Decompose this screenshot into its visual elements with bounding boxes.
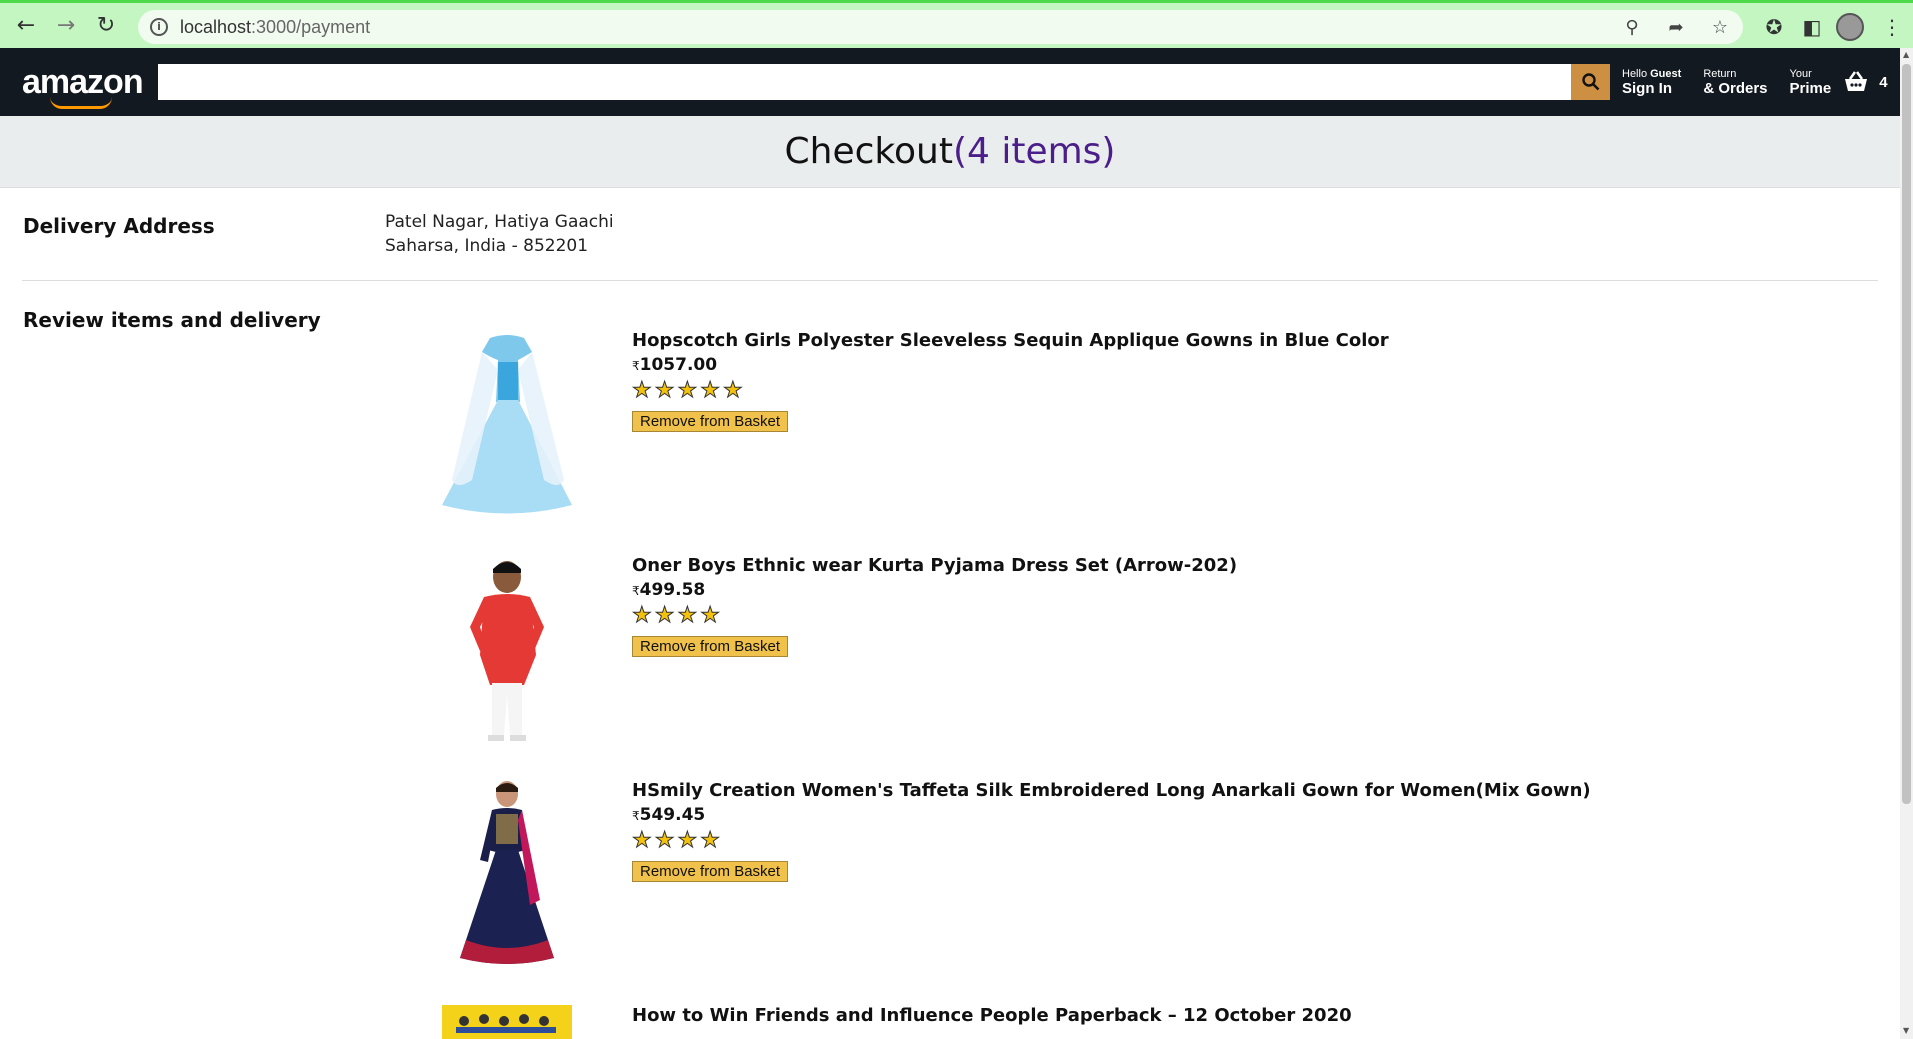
basket-item: Oner Boys Ethnic wear Kurta Pyjama Dress… — [0, 555, 1900, 780]
remove-from-basket-button[interactable]: Remove from Basket — [632, 411, 789, 432]
review-items-heading: Review items and delivery — [23, 308, 321, 332]
star-icon: ★ — [700, 828, 721, 853]
remove-from-basket-button[interactable]: Remove from Basket — [632, 636, 789, 657]
star-icon: ★ — [677, 378, 698, 403]
delivery-address-heading: Delivery Address — [23, 214, 215, 238]
site-info-icon[interactable]: i — [150, 18, 168, 36]
search-input[interactable] — [158, 64, 1571, 100]
forward-arrow-icon[interactable]: → — [46, 6, 86, 46]
item-title[interactable]: HSmily Creation Women's Taffeta Silk Emb… — [632, 780, 1591, 801]
site-header: amazon Hello Guest Sign In Return & Orde… — [0, 48, 1900, 116]
search-icon — [1581, 73, 1599, 91]
bookmark-star-icon[interactable]: ☆ — [1707, 14, 1733, 40]
zoom-icon[interactable]: ⚲ — [1619, 14, 1645, 40]
checkout-title: Checkout(4 items) — [784, 131, 1116, 172]
item-price: ₹499.58 — [632, 580, 706, 600]
item-title[interactable]: Hopscotch Girls Polyester Sleeveless Seq… — [632, 330, 1389, 351]
checkout-banner: Checkout(4 items) — [0, 116, 1900, 188]
basket-item: How to Win Friends and Influence People … — [0, 1005, 1900, 1039]
star-icon: ★ — [654, 378, 675, 403]
basket-icon — [1845, 71, 1868, 91]
search-button[interactable] — [1571, 64, 1610, 100]
basket-item: HSmily Creation Women's Taffeta Silk Emb… — [0, 780, 1900, 1005]
scrollbar-thumb[interactable] — [1902, 64, 1911, 804]
star-icon: ★ — [677, 828, 698, 853]
item-price: ₹1057.00 — [632, 355, 718, 375]
delivery-address: Patel Nagar, Hatiya Gaachi Saharsa, Indi… — [385, 210, 614, 258]
address-line-2: Saharsa, India - 852201 — [385, 236, 589, 256]
item-price: ₹549.45 — [632, 805, 706, 825]
url-text[interactable]: localhost:3000/payment — [180, 17, 370, 38]
star-icon: ★ — [677, 603, 698, 628]
star-icon: ★ — [700, 378, 721, 403]
signin-option[interactable]: Hello Guest Sign In — [1622, 68, 1681, 97]
back-arrow-icon[interactable]: ← — [6, 6, 46, 46]
orders-option[interactable]: Return & Orders — [1703, 68, 1767, 97]
address-bar[interactable]: i localhost:3000/payment ⚲ ➦ ☆ — [138, 10, 1743, 44]
star-icon: ★ — [632, 828, 653, 853]
reload-icon[interactable]: ↻ — [86, 6, 126, 46]
remove-from-basket-button[interactable]: Remove from Basket — [632, 861, 789, 882]
product-image-blue-gown — [442, 335, 572, 514]
star-icon: ★ — [722, 378, 743, 403]
item-rating: ★ ★ ★ ★ — [632, 829, 1591, 853]
share-icon[interactable]: ➦ — [1663, 14, 1689, 40]
side-panel-icon[interactable]: ◧ — [1796, 11, 1828, 43]
basket-count: 4 — [1879, 73, 1888, 91]
item-title[interactable]: Oner Boys Ethnic wear Kurta Pyjama Dress… — [632, 555, 1237, 576]
prime-option[interactable]: Your Prime — [1790, 68, 1832, 97]
basket-link[interactable]: 4 — [1843, 71, 1888, 93]
item-rating: ★ ★ ★ ★ — [632, 604, 1237, 628]
extensions-puzzle-icon[interactable]: ✪ — [1758, 11, 1790, 43]
logo-smile-icon — [50, 97, 112, 109]
star-icon: ★ — [654, 603, 675, 628]
item-rating: ★ ★ ★ ★ ★ — [632, 379, 1389, 403]
checkout-item-count[interactable]: (4 items) — [953, 131, 1116, 172]
scroll-up-icon[interactable]: ▲ — [1903, 50, 1909, 59]
star-icon: ★ — [700, 603, 721, 628]
browser-toolbar: ← → ↻ i localhost:3000/payment ⚲ ➦ ☆ ✪ ◧… — [0, 0, 1913, 48]
star-icon: ★ — [632, 378, 653, 403]
section-divider — [22, 280, 1878, 281]
product-image-kurta — [470, 561, 544, 741]
address-line-1: Patel Nagar, Hatiya Gaachi — [385, 212, 614, 232]
item-title[interactable]: How to Win Friends and Influence People … — [632, 1005, 1352, 1026]
search-bar — [158, 64, 1610, 100]
star-icon: ★ — [654, 828, 675, 853]
product-image-book — [442, 1005, 572, 1039]
product-image-anarkali-gown — [460, 781, 554, 964]
scroll-down-icon[interactable]: ▼ — [1903, 1026, 1909, 1035]
browser-menu-icon[interactable]: ⋮ — [1876, 11, 1908, 43]
star-icon: ★ — [632, 603, 653, 628]
basket-item: Hopscotch Girls Polyester Sleeveless Seq… — [0, 330, 1900, 555]
page-scrollbar[interactable]: ▲ ▼ — [1900, 48, 1913, 1039]
amazon-logo[interactable]: amazon — [22, 63, 144, 109]
profile-avatar[interactable] — [1836, 13, 1864, 41]
